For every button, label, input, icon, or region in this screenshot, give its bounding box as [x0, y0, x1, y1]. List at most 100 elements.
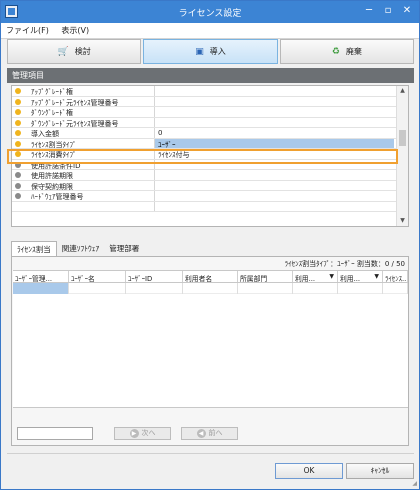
minimize-button[interactable]: ─: [361, 3, 377, 19]
property-name: 使用許諾期限: [31, 172, 73, 180]
menu-bar: ファイル(F) 表示(V): [1, 23, 419, 39]
column-divider: [154, 201, 155, 211]
sort-arrow-icon[interactable]: ▼: [329, 273, 334, 280]
column-divider: [154, 96, 155, 106]
install-label: 導入: [209, 47, 226, 56]
column-header-label: 利用...: [295, 275, 316, 282]
property-row[interactable]: ｱｯﾌﾟｸﾞﾚｰﾄﾞ元ﾗｲｾﾝｽ管理番号: [12, 96, 408, 107]
column-header[interactable]: ﾕｰｻﾞｰID: [126, 271, 183, 282]
dispose-label: 廃棄: [345, 47, 362, 56]
table-row[interactable]: [13, 283, 408, 294]
column-header[interactable]: 所属部門: [238, 271, 293, 282]
column-header-label: ﾕｰｻﾞｰ名: [71, 275, 95, 282]
column-header[interactable]: ﾕｰｻﾞｰ名: [69, 271, 126, 282]
property-row[interactable]: ｱｯﾌﾟｸﾞﾚｰﾄﾞ権: [12, 86, 408, 97]
column-header-label: 利用...: [340, 275, 361, 282]
selected-value-cell[interactable]: [155, 138, 394, 148]
selection-highlight: [7, 149, 398, 164]
column-header-label: ﾕｰｻﾞｰID: [128, 275, 153, 282]
scroll-down-arrow-icon[interactable]: ▼: [397, 216, 408, 226]
prev-arrow-icon: ◀: [196, 428, 206, 438]
column-header-label: 利用者名: [185, 275, 213, 282]
status-dot-icon: [15, 172, 21, 178]
cancel-button[interactable]: ｷｬﾝｾﾙ: [346, 463, 414, 479]
column-header[interactable]: 利用者名: [183, 271, 238, 282]
property-row[interactable]: [12, 201, 408, 212]
column-header[interactable]: ﾕｰｻﾞｰ管理...: [13, 271, 69, 282]
property-value: 0: [158, 129, 163, 137]
table-cell[interactable]: [126, 283, 183, 294]
property-name: 導入金額: [31, 130, 59, 138]
column-header[interactable]: 利用... ▼: [338, 271, 383, 282]
status-dot-icon: [15, 193, 21, 199]
scroll-thumb[interactable]: [399, 130, 406, 146]
table-cell[interactable]: [383, 283, 408, 294]
assignment-summary: ﾗｲｾﾝｽ割当ﾀｲﾌﾟ：ﾕｰｻﾞｰ 割当数：0 / 50: [284, 260, 405, 268]
table-cell[interactable]: [293, 283, 338, 294]
property-name: ﾗｲｾﾝｽ割当ﾀｲﾌﾟ: [31, 140, 77, 149]
property-row[interactable]: ﾀﾞｳﾝｸﾞﾚｰﾄﾞ元ﾗｲｾﾝｽ管理番号: [12, 117, 408, 128]
status-dot-icon: [15, 98, 21, 105]
title-bar[interactable]: ライセンス設定 ─ ▫ ✕: [1, 1, 419, 23]
next-button[interactable]: ▶ 次へ: [114, 426, 171, 440]
dispose-button[interactable]: ♻ 廃棄: [279, 39, 414, 64]
review-button[interactable]: 🛒 検討: [7, 39, 142, 64]
dialog-footer: OK ｷｬﾝｾﾙ: [7, 453, 414, 485]
table-cell[interactable]: [238, 283, 293, 294]
section-header: 管理項目: [7, 68, 414, 83]
resize-grip-icon[interactable]: ◢: [412, 480, 417, 487]
tab-related-software[interactable]: 関連ｿﾌﾄｳｪｱ: [57, 241, 105, 256]
next-label: 次へ: [141, 429, 156, 437]
scroll-up-arrow-icon[interactable]: ▲: [397, 86, 408, 96]
column-divider: [154, 128, 155, 138]
sort-arrow-icon[interactable]: ▼: [374, 273, 379, 280]
tab-license-assignment[interactable]: ﾗｲｾﾝｽ割当: [11, 241, 57, 256]
table-cell[interactable]: [338, 283, 383, 294]
property-name: ﾀﾞｳﾝｸﾞﾚｰﾄﾞ権: [31, 109, 73, 117]
column-header-label: ﾗｲｾﾝｽ...: [385, 275, 408, 282]
property-row[interactable]: 保守契約期限: [12, 180, 408, 191]
table-cell[interactable]: [69, 283, 126, 294]
menu-view[interactable]: 表示(V): [56, 23, 94, 38]
prev-button[interactable]: ◀ 前へ: [181, 426, 238, 440]
property-row[interactable]: ﾀﾞｳﾝｸﾞﾚｰﾄﾞ権: [12, 107, 408, 118]
install-icon: ▣: [195, 46, 204, 57]
status-dot-icon: [15, 130, 21, 136]
status-dot-icon: [15, 109, 21, 115]
property-name: ｱｯﾌﾟｸﾞﾚｰﾄﾞ元ﾗｲｾﾝｽ管理番号: [31, 98, 119, 107]
column-header-label: ﾕｰｻﾞｰ管理...: [15, 275, 53, 282]
column-divider: [154, 138, 155, 148]
column-divider: [154, 117, 155, 127]
prev-label: 前へ: [208, 429, 223, 437]
restore-button[interactable]: ▫: [380, 3, 396, 19]
column-divider: [154, 170, 155, 180]
window-title: ライセンス設定: [178, 9, 242, 19]
page-input[interactable]: [17, 426, 93, 440]
ok-button[interactable]: OK: [275, 463, 343, 479]
table-cell[interactable]: [183, 283, 238, 294]
menu-file[interactable]: ファイル(F): [1, 23, 54, 38]
table-cell[interactable]: [13, 283, 69, 294]
install-button[interactable]: ▣ 導入: [143, 39, 278, 64]
tab-management-department[interactable]: 管理部署: [104, 241, 144, 256]
property-name: ﾀﾞｳﾝｸﾞﾚｰﾄﾞ元ﾗｲｾﾝｽ管理番号: [31, 119, 119, 128]
next-arrow-icon: ▶: [129, 428, 139, 438]
tab-bar: ﾗｲｾﾝｽ割当 関連ｿﾌﾄｳｪｱ 管理部署: [11, 241, 144, 256]
pager: ▶ 次へ ◀ 前へ: [17, 426, 238, 440]
property-value: ﾕｰｻﾞｰ: [158, 140, 176, 149]
property-row[interactable]: 導入金額 0: [12, 128, 408, 139]
property-name: ｱｯﾌﾟｸﾞﾚｰﾄﾞ権: [31, 88, 73, 96]
column-header[interactable]: 利用... ▼: [293, 271, 338, 282]
column-divider: [154, 107, 155, 117]
review-label: 検討: [74, 47, 91, 56]
property-row[interactable]: 使用許諾期限: [12, 170, 408, 181]
toolbar: 🛒 検討 ▣ 導入 ♻ 廃棄: [7, 39, 414, 64]
status-dot-icon: [15, 140, 21, 147]
column-header[interactable]: ﾗｲｾﾝｽ...: [383, 271, 408, 282]
close-button[interactable]: ✕: [399, 3, 415, 19]
property-name: 保守契約期限: [31, 182, 73, 191]
property-row[interactable]: ﾊｰﾄﾞｳｪｱ管理番号: [12, 191, 408, 202]
assignment-table: ﾕｰｻﾞｰ管理... ﾕｰｻﾞｰ名 ﾕｰｻﾞｰID 利用者名 所属部門 利用... ▼ 利用.…: [13, 270, 408, 408]
property-row[interactable]: ﾗｲｾﾝｽ割当ﾀｲﾌﾟ ﾕｰｻﾞｰ: [12, 138, 408, 149]
property-name: ﾊｰﾄﾞｳｪｱ管理番号: [31, 193, 84, 201]
